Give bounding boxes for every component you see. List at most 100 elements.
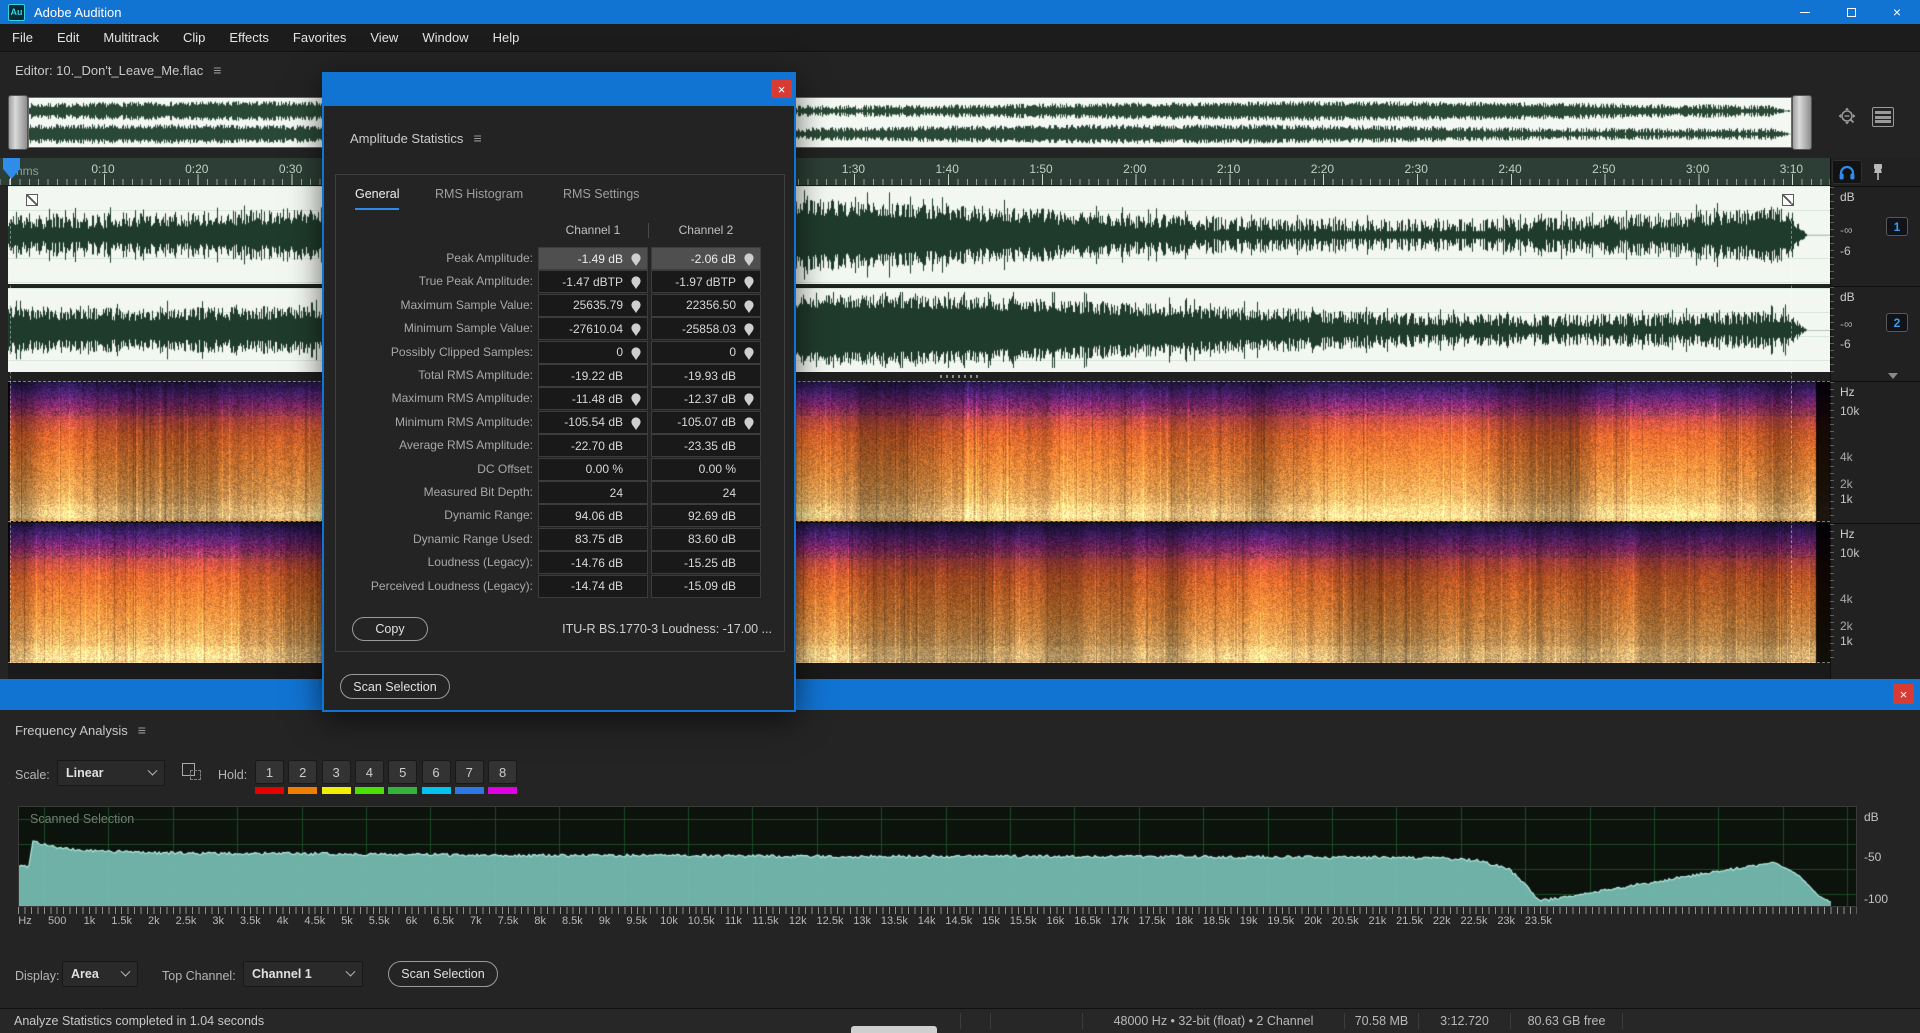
- hold-button-2[interactable]: 2: [288, 760, 318, 784]
- stat-value-ch2-possibly-clipped-samples[interactable]: 0: [651, 340, 761, 364]
- scan-selection-button[interactable]: Scan Selection: [340, 674, 450, 699]
- pin-marker-icon[interactable]: [744, 417, 754, 430]
- waveform-channel-2[interactable]: [0, 286, 1830, 372]
- fade-out-handle[interactable]: [1782, 194, 1794, 206]
- menu-item-view[interactable]: View: [358, 24, 410, 51]
- pin-marker-icon[interactable]: [631, 276, 641, 290]
- stat-value-ch1-dynamic-range-used[interactable]: 83.75 dB: [538, 527, 648, 551]
- zoom-navigate-icon[interactable]: [1836, 106, 1860, 130]
- collapse-triangle-icon[interactable]: [1888, 373, 1898, 379]
- pin-marker-icon[interactable]: [744, 323, 754, 337]
- solo-monitor-button[interactable]: [1832, 160, 1862, 184]
- overview-left-handle[interactable]: [8, 95, 28, 150]
- title-bar[interactable]: Au Adobe Audition ×: [0, 0, 1920, 24]
- panel-menu-icon[interactable]: ≡: [213, 62, 221, 78]
- hold-button-1[interactable]: 1: [255, 760, 284, 784]
- spectrogram-channel-2[interactable]: [8, 523, 1830, 663]
- stat-value-ch1-possibly-clipped-samples[interactable]: 0: [538, 340, 648, 364]
- stat-value-ch2-perceived-loudness-legacy[interactable]: -15.09 dB: [651, 574, 761, 598]
- frequency-panel-close-button[interactable]: ×: [1893, 684, 1914, 704]
- fade-in-handle[interactable]: [26, 194, 38, 206]
- editor-tab-title[interactable]: Editor: 10._Don't_Leave_Me.flac ≡: [15, 62, 221, 78]
- pin-marker-icon[interactable]: [744, 300, 754, 313]
- pin-icon[interactable]: [1870, 162, 1886, 182]
- hold-button-8[interactable]: 8: [488, 760, 518, 784]
- selection-edge-left[interactable]: [10, 186, 11, 663]
- selection-edge-right[interactable]: [1791, 186, 1792, 663]
- wave-spectral-splitter[interactable]: [0, 372, 1830, 381]
- hold-button-7[interactable]: 7: [454, 760, 484, 784]
- timeline-ruler[interactable]: hms 0:100:200:300:400:501:001:101:201:30…: [0, 158, 1830, 186]
- pin-marker-icon[interactable]: [631, 417, 641, 430]
- stat-value-ch1-dc-offset[interactable]: 0.00 %: [538, 457, 648, 481]
- menu-item-clip[interactable]: Clip: [171, 24, 217, 51]
- dialog-title-bar[interactable]: [322, 72, 796, 106]
- menu-item-edit[interactable]: Edit: [45, 24, 91, 51]
- waveform-channel-1[interactable]: [0, 186, 1830, 284]
- stat-value-ch2-true-peak-amplitude[interactable]: -1.97 dBTP: [651, 270, 761, 294]
- close-button[interactable]: ×: [1874, 0, 1920, 24]
- stat-value-ch2-maximum-sample-value[interactable]: 22356.50: [651, 293, 761, 317]
- display-dropdown[interactable]: Area: [62, 961, 138, 987]
- stat-value-ch1-true-peak-amplitude[interactable]: -1.47 dBTP: [538, 270, 648, 294]
- stat-value-ch1-total-rms-amplitude[interactable]: -19.22 dB: [538, 364, 648, 387]
- stat-value-ch1-minimum-rms-amplitude[interactable]: -105.54 dB: [538, 410, 648, 434]
- stat-value-ch2-maximum-rms-amplitude[interactable]: -12.37 dB: [651, 387, 761, 411]
- frequency-analysis-title[interactable]: Frequency Analysis ≡: [15, 722, 146, 738]
- stat-value-ch2-minimum-rms-amplitude[interactable]: -105.07 dB: [651, 410, 761, 434]
- waveform-spectral-toggle-icon[interactable]: [1872, 107, 1894, 127]
- stat-value-ch2-measured-bit-depth[interactable]: 24: [651, 481, 761, 504]
- scan-selection-button[interactable]: Scan Selection: [388, 961, 498, 987]
- menu-item-favorites[interactable]: Favorites: [281, 24, 358, 51]
- hold-button-3[interactable]: 3: [321, 760, 351, 784]
- stat-value-ch1-average-rms-amplitude[interactable]: -22.70 dB: [538, 434, 648, 458]
- copy-button[interactable]: Copy: [352, 617, 428, 641]
- spectrogram-channel-1[interactable]: [8, 381, 1830, 521]
- hold-button-5[interactable]: 5: [388, 760, 418, 784]
- panel-menu-icon[interactable]: ≡: [473, 130, 481, 146]
- panel-menu-icon[interactable]: ≡: [138, 722, 146, 738]
- menu-item-multitrack[interactable]: Multitrack: [91, 24, 171, 51]
- overview-right-handle[interactable]: [1792, 95, 1812, 150]
- stat-value-ch2-dynamic-range[interactable]: 92.69 dB: [651, 504, 761, 528]
- pin-marker-icon[interactable]: [631, 323, 641, 337]
- stat-value-ch1-peak-amplitude[interactable]: -1.49 dB: [538, 247, 648, 270]
- pin-marker-icon[interactable]: [744, 393, 754, 407]
- stat-value-ch2-dynamic-range-used[interactable]: 83.60 dB: [651, 527, 761, 551]
- stat-value-ch1-dynamic-range[interactable]: 94.06 dB: [538, 504, 648, 528]
- channel-badge-1[interactable]: 1: [1886, 217, 1908, 236]
- stat-value-ch2-minimum-sample-value[interactable]: -25858.03: [651, 317, 761, 341]
- tab-rms-settings[interactable]: RMS Settings: [563, 187, 639, 208]
- stat-value-ch2-average-rms-amplitude[interactable]: -23.35 dB: [651, 434, 761, 458]
- hold-button-6[interactable]: 6: [421, 760, 451, 784]
- top-channel-dropdown[interactable]: Channel 1: [243, 961, 363, 987]
- maximize-button[interactable]: [1828, 0, 1874, 24]
- frequency-panel-group-bar[interactable]: [0, 679, 1920, 710]
- pin-marker-icon[interactable]: [631, 300, 641, 313]
- overview-waveform[interactable]: [28, 97, 1792, 148]
- tab-general[interactable]: General: [355, 187, 400, 210]
- stat-value-ch1-maximum-sample-value[interactable]: 25635.79: [538, 293, 648, 317]
- stat-value-ch2-total-rms-amplitude[interactable]: -19.93 dB: [651, 364, 761, 387]
- copy-graph-icon[interactable]: [182, 763, 204, 783]
- pin-marker-icon[interactable]: [631, 393, 641, 407]
- stat-value-ch1-perceived-loudness-legacy[interactable]: -14.74 dB: [538, 574, 648, 598]
- stat-value-ch2-loudness-legacy[interactable]: -15.25 dB: [651, 551, 761, 575]
- stat-value-ch2-dc-offset[interactable]: 0.00 %: [651, 457, 761, 481]
- menu-item-window[interactable]: Window: [410, 24, 480, 51]
- hold-button-4[interactable]: 4: [354, 760, 384, 784]
- menu-item-help[interactable]: Help: [481, 24, 532, 51]
- dialog-close-button[interactable]: ×: [771, 80, 792, 98]
- minimize-button[interactable]: [1782, 0, 1828, 24]
- frequency-graph[interactable]: [18, 806, 1857, 907]
- scale-dropdown[interactable]: Linear: [57, 760, 165, 786]
- stat-value-ch1-loudness-legacy[interactable]: -14.76 dB: [538, 551, 648, 575]
- stat-value-ch2-peak-amplitude[interactable]: -2.06 dB: [651, 247, 761, 270]
- stat-value-ch1-measured-bit-depth[interactable]: 24: [538, 481, 648, 504]
- pin-marker-icon[interactable]: [631, 253, 641, 266]
- menu-item-file[interactable]: File: [0, 24, 45, 51]
- pin-marker-icon[interactable]: [744, 346, 754, 360]
- pin-marker-icon[interactable]: [744, 276, 754, 290]
- menu-item-effects[interactable]: Effects: [217, 24, 281, 51]
- channel-badge-2[interactable]: 2: [1886, 313, 1908, 332]
